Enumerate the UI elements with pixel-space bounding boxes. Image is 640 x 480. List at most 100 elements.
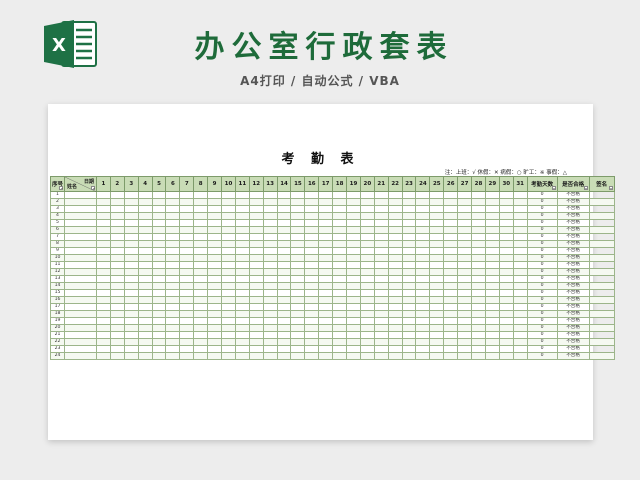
day-cell[interactable] [193, 282, 209, 290]
qualified-cell[interactable]: 不合格 [556, 352, 590, 360]
header-day[interactable]: 24 [415, 176, 431, 192]
day-cell[interactable] [262, 345, 278, 353]
day-cell[interactable] [276, 247, 292, 255]
day-cell[interactable] [484, 198, 500, 206]
qualified-cell[interactable]: 不合格 [556, 317, 590, 325]
day-cell[interactable] [401, 268, 417, 276]
day-cell[interactable] [387, 324, 403, 332]
day-cell[interactable] [290, 331, 306, 339]
day-cell[interactable] [123, 261, 139, 269]
day-cell[interactable] [373, 226, 389, 234]
attendance-days-cell[interactable]: 0 [526, 254, 558, 262]
day-cell[interactable] [387, 310, 403, 318]
day-cell[interactable] [276, 275, 292, 283]
day-cell[interactable] [248, 254, 264, 262]
day-cell[interactable] [123, 324, 139, 332]
day-cell[interactable] [415, 338, 431, 346]
day-cell[interactable] [109, 303, 125, 311]
row-number[interactable]: 4 [50, 212, 65, 220]
header-day[interactable]: 14 [276, 176, 292, 192]
day-cell[interactable] [290, 226, 306, 234]
name-cell[interactable] [64, 324, 97, 332]
day-cell[interactable] [165, 247, 181, 255]
day-cell[interactable] [276, 289, 292, 297]
day-cell[interactable] [207, 338, 223, 346]
day-cell[interactable] [276, 324, 292, 332]
day-cell[interactable] [512, 345, 528, 353]
day-cell[interactable] [179, 317, 195, 325]
day-cell[interactable] [429, 254, 445, 262]
day-cell[interactable] [318, 198, 334, 206]
day-cell[interactable] [109, 275, 125, 283]
attendance-days-cell[interactable]: 0 [526, 303, 558, 311]
day-cell[interactable] [346, 268, 361, 276]
day-cell[interactable] [109, 296, 125, 304]
day-cell[interactable] [471, 226, 486, 234]
header-day[interactable]: 16 [304, 176, 320, 192]
day-cell[interactable] [290, 303, 306, 311]
day-cell[interactable] [346, 345, 361, 353]
day-cell[interactable] [471, 338, 486, 346]
day-cell[interactable] [304, 212, 320, 220]
day-cell[interactable] [151, 345, 167, 353]
day-cell[interactable] [165, 205, 181, 213]
day-cell[interactable] [484, 303, 500, 311]
day-cell[interactable] [207, 303, 223, 311]
day-cell[interactable] [151, 289, 167, 297]
day-cell[interactable] [373, 282, 389, 290]
day-cell[interactable] [498, 191, 514, 199]
day-cell[interactable] [373, 212, 389, 220]
qualified-cell[interactable]: 不合格 [556, 331, 590, 339]
day-cell[interactable] [318, 296, 334, 304]
day-cell[interactable] [207, 233, 223, 241]
day-cell[interactable] [373, 268, 389, 276]
header-day[interactable]: 6 [165, 176, 181, 192]
day-cell[interactable] [415, 261, 431, 269]
day-cell[interactable] [234, 345, 250, 353]
header-day[interactable]: 27 [457, 176, 473, 192]
day-cell[interactable] [359, 226, 375, 234]
name-cell[interactable] [64, 296, 97, 304]
day-cell[interactable] [498, 310, 514, 318]
day-cell[interactable] [234, 282, 250, 290]
day-cell[interactable] [498, 289, 514, 297]
day-cell[interactable] [359, 240, 375, 248]
day-cell[interactable] [512, 247, 528, 255]
day-cell[interactable] [109, 345, 125, 353]
day-cell[interactable] [221, 275, 236, 283]
day-cell[interactable] [304, 268, 320, 276]
day-cell[interactable] [123, 303, 139, 311]
day-cell[interactable] [234, 233, 250, 241]
sign-cell[interactable] [588, 240, 615, 248]
day-cell[interactable] [512, 254, 528, 262]
day-cell[interactable] [304, 233, 320, 241]
day-cell[interactable] [429, 233, 445, 241]
day-cell[interactable] [415, 191, 431, 199]
day-cell[interactable] [151, 191, 167, 199]
day-cell[interactable] [304, 261, 320, 269]
day-cell[interactable] [443, 331, 459, 339]
day-cell[interactable] [359, 205, 375, 213]
day-cell[interactable] [443, 352, 459, 360]
day-cell[interactable] [276, 226, 292, 234]
day-cell[interactable] [262, 268, 278, 276]
day-cell[interactable] [401, 338, 417, 346]
day-cell[interactable] [443, 212, 459, 220]
day-cell[interactable] [471, 233, 486, 241]
day-cell[interactable] [151, 275, 167, 283]
day-cell[interactable] [221, 226, 236, 234]
header-day[interactable]: 25 [429, 176, 445, 192]
day-cell[interactable] [151, 247, 167, 255]
day-cell[interactable] [471, 275, 486, 283]
row-number[interactable]: 12 [50, 268, 65, 276]
sign-cell[interactable] [588, 268, 615, 276]
day-cell[interactable] [248, 324, 264, 332]
day-cell[interactable] [387, 254, 403, 262]
header-day[interactable]: 18 [332, 176, 348, 192]
day-cell[interactable] [221, 352, 236, 360]
day-cell[interactable] [109, 338, 125, 346]
day-cell[interactable] [429, 296, 445, 304]
day-cell[interactable] [457, 261, 473, 269]
day-cell[interactable] [193, 289, 209, 297]
day-cell[interactable] [484, 226, 500, 234]
